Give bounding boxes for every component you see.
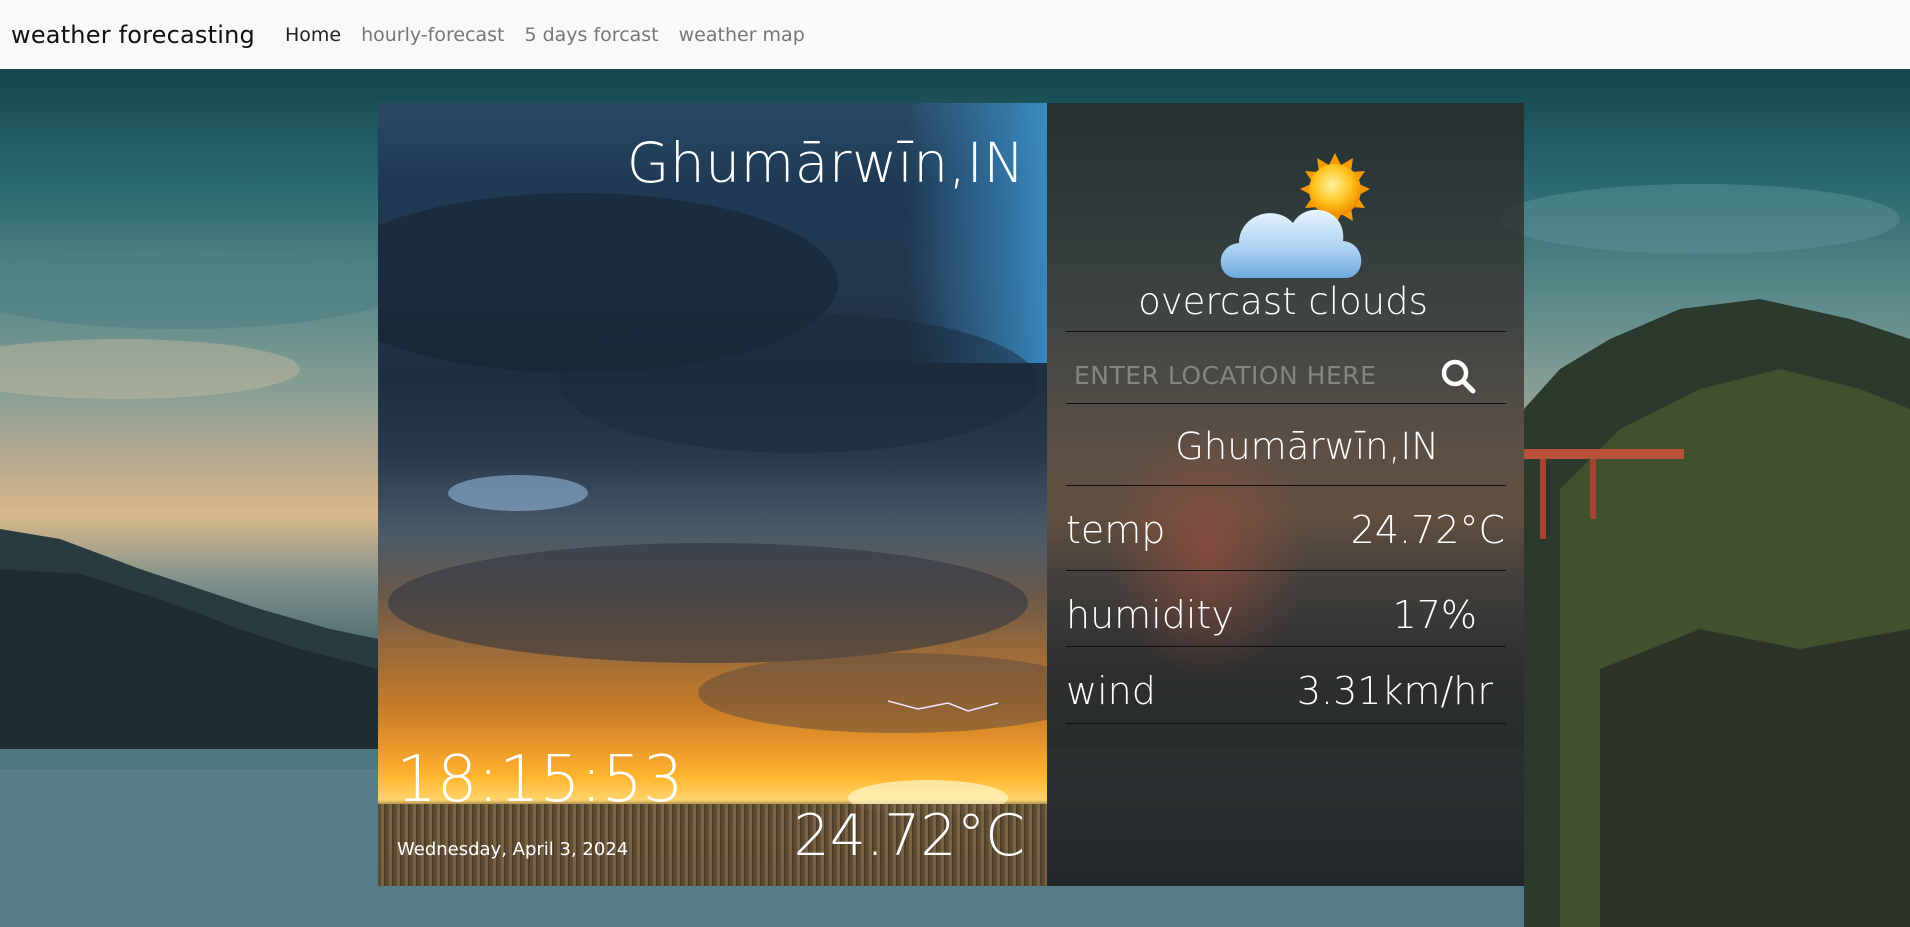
nav-home[interactable]: Home xyxy=(285,24,341,46)
photo-temperature: 24.72°C xyxy=(793,803,1025,869)
nav-weather-map[interactable]: weather map xyxy=(679,24,805,46)
divider xyxy=(1066,646,1506,647)
divider xyxy=(1066,723,1506,724)
photo-city-name: Ghumārwīn,IN xyxy=(626,131,1025,195)
cloud-sun-icon xyxy=(1220,153,1370,278)
divider xyxy=(1066,485,1506,486)
search-icon[interactable] xyxy=(1440,358,1478,396)
top-navbar: weather forecasting Home hourly-forecast… xyxy=(0,0,1910,69)
divider xyxy=(1066,570,1506,571)
wind-value: 3.31km/hr xyxy=(1296,669,1493,713)
humidity-label: humidity xyxy=(1066,593,1234,637)
divider xyxy=(1066,331,1506,332)
nav-hourly-forecast[interactable]: hourly-forecast xyxy=(361,24,504,46)
wind-label: wind xyxy=(1066,669,1156,713)
info-city-name: Ghumārwīn,IN xyxy=(1175,425,1439,468)
humidity-value: 17% xyxy=(1392,593,1477,637)
temp-label: temp xyxy=(1066,508,1166,552)
current-time: 18:15:53 xyxy=(396,743,684,817)
nav-5-days-forecast[interactable]: 5 days forcast xyxy=(524,24,658,46)
brand-link[interactable]: weather forecasting xyxy=(11,21,255,49)
weather-info-panel: overcast clouds Ghumārwīn,IN temp 24.72°… xyxy=(1047,103,1524,886)
weather-condition: overcast clouds xyxy=(1138,280,1428,323)
divider xyxy=(1066,403,1506,404)
city-photo-card: Ghumārwīn,IN 18:15:53 Wednesday, April 3… xyxy=(378,103,1047,886)
temp-value: 24.72°C xyxy=(1350,508,1505,552)
location-search-input[interactable] xyxy=(1074,353,1424,397)
current-date: Wednesday, April 3, 2024 xyxy=(397,839,629,860)
